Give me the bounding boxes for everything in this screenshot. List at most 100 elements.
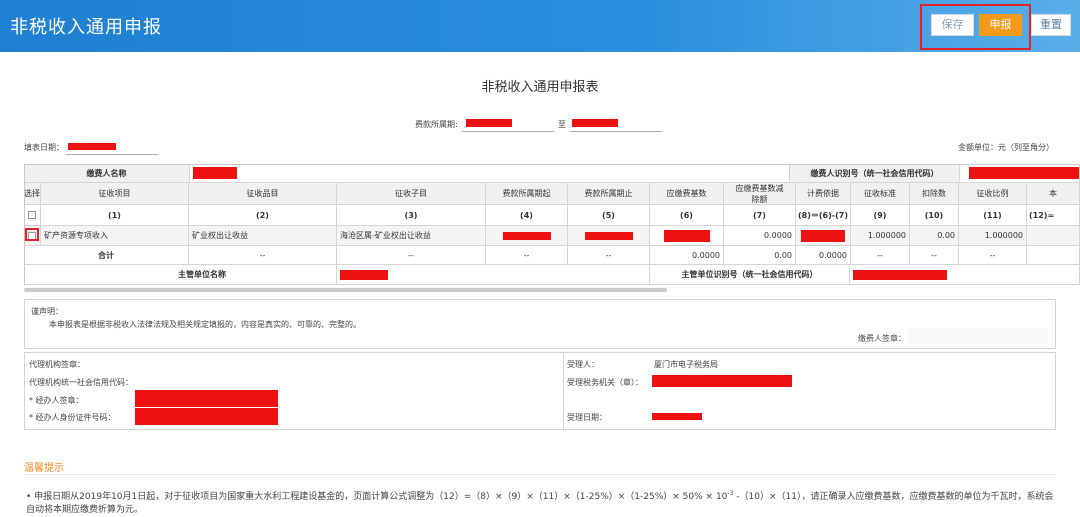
code-5: (5) [568, 205, 650, 226]
supervisor-name-label: 主管单位名称 [24, 265, 337, 285]
row-current [1027, 226, 1080, 246]
save-button[interactable]: 保存 [931, 14, 974, 36]
fill-date-label: 填表日期： [24, 143, 64, 152]
th-subitem: 征收子目 [337, 183, 486, 205]
payer-id-label: 缴费人识别号（统一社会信用代码） [790, 164, 960, 183]
row-base-deduction[interactable]: 0.0000 [724, 226, 796, 246]
code-6: (6) [650, 205, 724, 226]
row-basis-redacted [801, 229, 845, 242]
select-all-cell [24, 205, 41, 226]
payer-name-value [190, 164, 790, 183]
th-item: 征收项目 [41, 183, 189, 205]
th-ratio: 征收比例 [959, 183, 1027, 205]
agent-divider [563, 352, 564, 430]
app-header [0, 0, 1080, 52]
receiver-value: 厦门市电子税务局 [654, 360, 718, 369]
total-period-end: -- [568, 246, 650, 265]
row-period-start[interactable] [486, 226, 568, 246]
row-standard: 1.000000 [851, 226, 910, 246]
total-ratio: -- [959, 246, 1027, 265]
th-deduct: 扣除数 [910, 183, 959, 205]
th-select: 选择 [24, 183, 41, 205]
row-base-input[interactable] [650, 226, 724, 246]
row-period-start-redacted [502, 231, 551, 240]
handler-id-label: * 经办人身份证件号码： [29, 413, 116, 422]
period-start-input[interactable] [462, 131, 554, 132]
tips-title: 温馨提示 [24, 463, 64, 474]
payer-id-value [960, 164, 1080, 183]
reset-button[interactable]: 重置 [1031, 14, 1071, 36]
th-current: 本 [1027, 183, 1080, 205]
period-start-redacted [466, 119, 512, 127]
declaration-title: 谨声明： [31, 307, 63, 316]
payer-name-redacted [193, 167, 237, 179]
accept-date-label: 受理日期： [567, 413, 607, 422]
period-end-input[interactable] [570, 131, 662, 132]
declaration-table: 缴费人名称 缴费人识别号（统一社会信用代码） 选择 征收项目 征收品目 征收子目… [24, 164, 1080, 285]
tips-divider [24, 474, 1056, 475]
row-subitem: 海沧区属-矿业权出让收益 [337, 226, 486, 246]
supervisor-name-value [337, 265, 650, 285]
th-basis: 计费依据 [796, 183, 851, 205]
period-end-redacted [572, 119, 618, 127]
code-7: (7) [724, 205, 796, 226]
total-base: 0.0000 [650, 246, 724, 265]
payer-sign-label: 缴费人签章： [858, 334, 906, 343]
payer-id-redacted [969, 167, 1079, 179]
code-10: (10) [910, 205, 959, 226]
submit-button[interactable]: 申报 [979, 14, 1022, 36]
period-to-label: 至 [558, 120, 566, 129]
supervisor-id-value [850, 265, 1080, 285]
handler-id-redacted[interactable] [135, 408, 278, 425]
payer-sign-field[interactable] [908, 328, 1048, 344]
code-9: (9) [851, 205, 910, 226]
row-period-end[interactable] [568, 226, 650, 246]
tax-office-redacted [652, 375, 792, 387]
code-4: (4) [486, 205, 568, 226]
select-all-checkbox[interactable] [28, 211, 36, 219]
th-period-start: 费款所属期起 [486, 183, 568, 205]
code-1: (1) [41, 205, 189, 226]
code-2: (2) [189, 205, 337, 226]
total-deduct: -- [910, 246, 959, 265]
code-3: (3) [337, 205, 486, 226]
payer-name-label: 缴费人名称 [24, 164, 190, 183]
fill-date-input[interactable] [66, 154, 158, 155]
declaration-text: 本申报表是根据非税收入法律法规及相关规定填报的，内容是真实的、可靠的、完整的。 [49, 320, 361, 329]
form-title: 非税收入通用申报表 [481, 80, 599, 95]
th-standard: 征收标准 [851, 183, 910, 205]
total-category: -- [189, 246, 337, 265]
handler-sign-redacted[interactable] [135, 390, 278, 407]
total-label: 合计 [24, 246, 189, 265]
total-standard: -- [851, 246, 910, 265]
code-8: (8)＝(6)-(7) [796, 205, 851, 226]
th-base-deduction: 应缴费基数减除额 [724, 183, 796, 205]
row-deduct: 0.00 [910, 226, 959, 246]
period-label: 费款所属期: [415, 120, 458, 129]
agency-sign-label: 代理机构签章： [29, 360, 85, 369]
fill-date-redacted [68, 143, 116, 150]
receiver-label: 受理人： [567, 360, 599, 369]
supervisor-name-redacted [340, 269, 388, 280]
table-horizontal-scrollbar[interactable] [24, 288, 667, 292]
row-checkbox-highlight [25, 228, 39, 241]
handler-sign-label: * 经办人签章： [29, 396, 84, 405]
code-12: (12)= [1027, 205, 1080, 226]
total-basis: 0.0000 [796, 246, 851, 265]
total-subitem: -- [337, 246, 486, 265]
supervisor-id-redacted [853, 269, 947, 280]
row-period-end-redacted [584, 231, 633, 240]
tips-text: • 申报日期从2019年10月1日起，对于征收项目为国家重大水利工程建设基金的，… [26, 490, 1054, 515]
total-period-start: -- [486, 246, 568, 265]
tax-office-label: 受理税务机关（章）： [567, 378, 643, 387]
total-base-deduction: 0.00 [724, 246, 796, 265]
page-title: 非税收入通用申报 [10, 17, 162, 38]
row-item: 矿产资源专项收入 [41, 226, 189, 246]
th-category: 征收品目 [189, 183, 337, 205]
th-base: 应缴费基数 [650, 183, 724, 205]
total-current [1027, 246, 1080, 265]
tips-text-a: 申报日期从2019年10月1日起，对于征收项目为国家重大水利工程建设基金的，页面… [34, 492, 728, 502]
row-basis [796, 226, 851, 246]
row-base-redacted [663, 229, 710, 242]
supervisor-id-label: 主管单位识别号（统一社会信用代码） [650, 265, 850, 285]
